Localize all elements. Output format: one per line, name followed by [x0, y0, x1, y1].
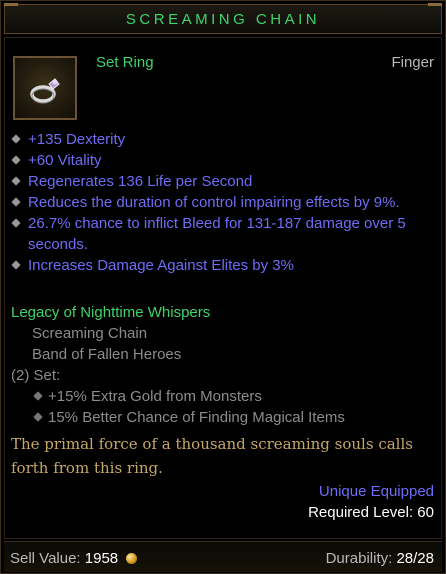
- set-piece: Screaming Chain: [32, 325, 148, 342]
- affix-line: +135 Dexterity: [11, 129, 431, 150]
- flavor-text: The primal force of a thousand screaming…: [11, 435, 413, 477]
- item-slot: Finger: [391, 54, 434, 71]
- affix-text: +60 Vitality: [28, 152, 102, 169]
- set-bonus-text: 15% Better Chance of Finding Magical Ite…: [48, 409, 345, 426]
- bullet-icon: [11, 197, 21, 207]
- set-bonus: +15% Extra Gold from Monsters: [11, 386, 431, 407]
- ring-icon: [30, 78, 60, 104]
- durability-label: Durability:: [325, 550, 393, 567]
- bullet-icon: [33, 391, 43, 401]
- sell-value-amount: 1958: [84, 550, 119, 567]
- durability-value: 28/28: [396, 550, 434, 567]
- bullet-icon: [11, 260, 21, 270]
- set-info: Legacy of Nighttime Whispers Screaming C…: [11, 302, 431, 428]
- affix-text: Reduces the duration of control impairin…: [28, 194, 400, 211]
- gold-coin-icon: [126, 553, 138, 564]
- affix-text: Regenerates 136 Life per Second: [28, 173, 253, 190]
- bullet-icon: [11, 218, 21, 228]
- header-corner-right: [428, 3, 442, 6]
- affix-line: Reduces the duration of control impairin…: [11, 192, 431, 213]
- tooltip-header: SCREAMING CHAIN: [4, 3, 442, 34]
- affix-line: 26.7% chance to inflict Bleed for 131-18…: [11, 213, 431, 255]
- required-level: Required Level: 60: [308, 504, 434, 521]
- bullet-icon: [33, 412, 43, 422]
- affix-list: +135 Dexterity +60 Vitality Regenerates …: [11, 129, 431, 276]
- affix-line: +60 Vitality: [11, 150, 431, 171]
- set-piece: Band of Fallen Heroes: [32, 346, 182, 363]
- bullet-icon: [11, 155, 21, 165]
- item-icon-frame: [13, 56, 77, 120]
- affix-text: 26.7% chance to inflict Bleed for 131-18…: [28, 215, 406, 253]
- header-corner-left: [4, 3, 18, 6]
- set-name: Legacy of Nighttime Whispers: [11, 304, 211, 321]
- affix-text: Increases Damage Against Elites by 3%: [28, 257, 294, 274]
- bullet-icon: [11, 134, 21, 144]
- set-bonus: 15% Better Chance of Finding Magical Ite…: [11, 407, 431, 428]
- tooltip-footer: Sell Value: 1958 Durability: 28/28: [4, 541, 442, 572]
- item-tooltip: SCREAMING CHAIN Set Ring Finger +135 Dex…: [0, 0, 446, 574]
- affix-line: Regenerates 136 Life per Second: [11, 171, 431, 192]
- set-bonus-text: +15% Extra Gold from Monsters: [48, 388, 262, 405]
- item-name: SCREAMING CHAIN: [125, 10, 321, 28]
- bullet-icon: [11, 176, 21, 186]
- set-bonus-count: (2) Set:: [11, 367, 61, 384]
- item-type: Set Ring: [96, 54, 154, 71]
- durability: Durability: 28/28: [326, 550, 434, 567]
- unique-equipped-label: Unique Equipped: [318, 483, 434, 500]
- affix-line: Increases Damage Against Elites by 3%: [11, 255, 431, 276]
- sell-value: Sell Value: 1958: [10, 550, 138, 567]
- sell-value-label: Sell Value:: [10, 550, 81, 567]
- affix-text: +135 Dexterity: [28, 131, 126, 148]
